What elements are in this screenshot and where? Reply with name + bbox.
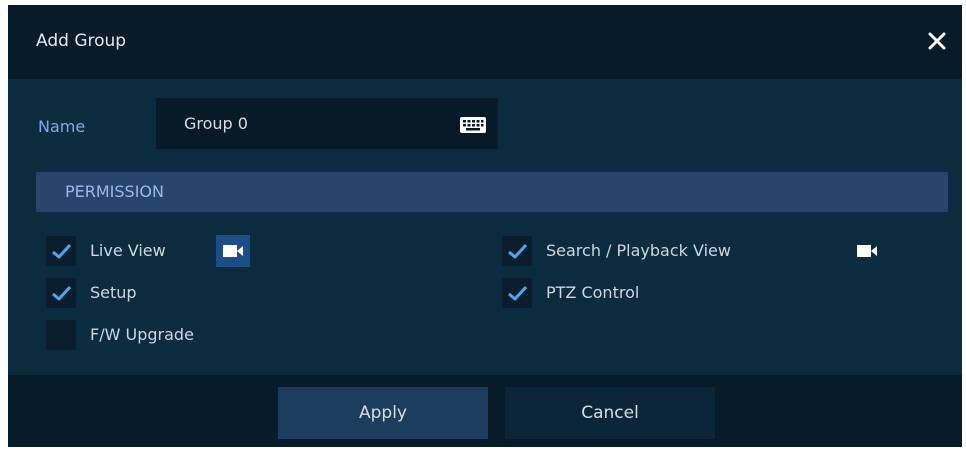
name-label: Name xyxy=(38,117,86,136)
search-playback-checkbox[interactable] xyxy=(502,236,532,266)
permission-section-header: PERMISSION xyxy=(36,172,948,212)
camera-icon[interactable] xyxy=(850,235,884,267)
permission-title: PERMISSION xyxy=(65,182,164,201)
permission-search-playback-view[interactable]: Search / Playback View xyxy=(502,236,792,266)
close-icon[interactable] xyxy=(922,26,952,56)
name-input[interactable] xyxy=(156,98,498,149)
checkmark-icon xyxy=(52,285,72,301)
ptz-control-checkbox[interactable] xyxy=(502,278,532,308)
permission-fw-upgrade[interactable]: F/W Upgrade xyxy=(46,320,246,350)
permission-ptz-control[interactable]: PTZ Control xyxy=(502,278,702,308)
search-playback-label: Search / Playback View xyxy=(546,241,731,260)
permission-live-view[interactable]: Live View xyxy=(46,236,206,266)
dialog-titlebar: Add Group xyxy=(8,5,962,79)
live-view-checkbox[interactable] xyxy=(46,236,76,266)
setup-label: Setup xyxy=(90,283,137,302)
live-view-label: Live View xyxy=(90,241,166,260)
add-group-dialog: Add Group Name PERMISSION xyxy=(8,5,962,447)
checkmark-icon xyxy=(508,285,528,301)
setup-checkbox[interactable] xyxy=(46,278,76,308)
keyboard-icon[interactable] xyxy=(459,116,487,134)
camera-icon[interactable] xyxy=(216,235,250,267)
fw-upgrade-label: F/W Upgrade xyxy=(90,325,194,344)
fw-upgrade-checkbox[interactable] xyxy=(46,320,76,350)
cancel-button[interactable]: Cancel xyxy=(505,387,715,439)
ptz-control-label: PTZ Control xyxy=(546,283,640,302)
checkmark-icon xyxy=(508,243,528,259)
dialog-title: Add Group xyxy=(36,31,127,51)
checkmark-icon xyxy=(52,243,72,259)
permission-setup[interactable]: Setup xyxy=(46,278,206,308)
apply-button[interactable]: Apply xyxy=(278,387,488,439)
dialog-footer: Apply Cancel xyxy=(8,375,962,447)
